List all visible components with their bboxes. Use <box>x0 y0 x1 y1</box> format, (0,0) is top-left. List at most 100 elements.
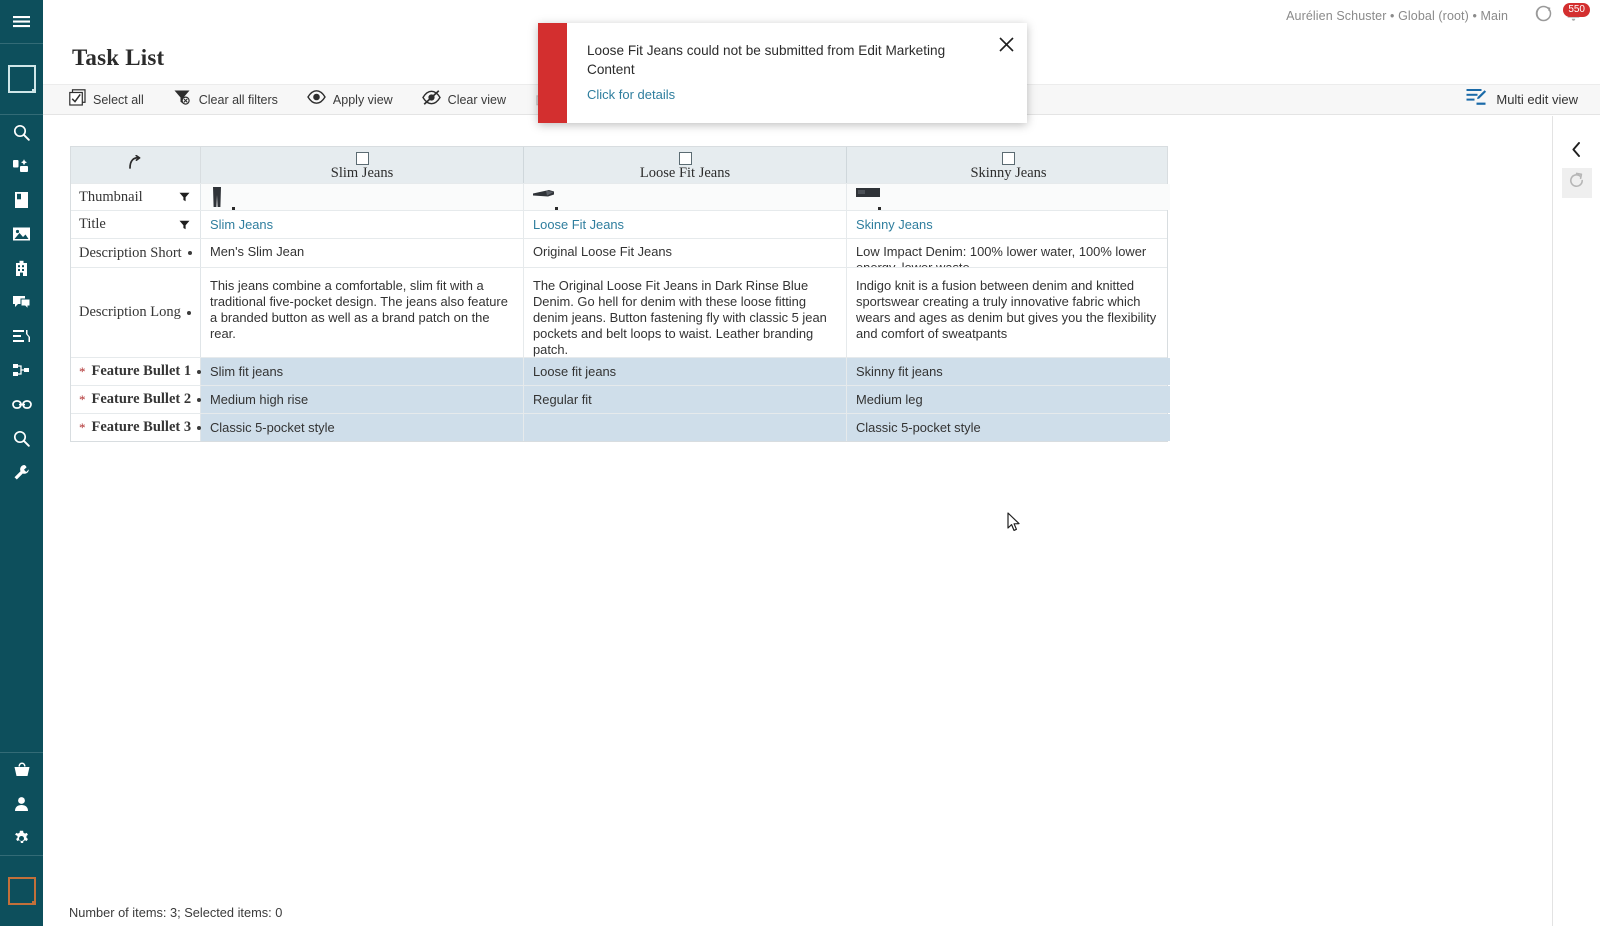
table-row: * Feature Bullet 2 Medium high rise Regu… <box>71 385 1170 413</box>
sidebar-item-basket[interactable] <box>0 753 43 787</box>
cell-link[interactable]: Slim Jeans <box>210 217 273 233</box>
skinny-jeans-thumbnail[interactable] <box>856 187 890 210</box>
grid-cell[interactable] <box>847 184 1170 210</box>
grid-cell[interactable]: This jeans combine a comfortable, slim f… <box>201 268 524 357</box>
column-select-checkbox[interactable] <box>1002 151 1015 165</box>
sidebar-item-settings[interactable] <box>0 821 43 855</box>
table-row: Description Short Men's Slim Jean Origin… <box>71 238 1167 267</box>
grid-cell[interactable]: Low Impact Denim: 100% lower water, 100%… <box>847 239 1170 267</box>
grid-cell[interactable]: Medium leg <box>847 386 1170 413</box>
toast-message: Loose Fit Jeans could not be submitted f… <box>587 43 946 77</box>
sidebar-item-media[interactable] <box>0 217 43 251</box>
row-label-cell: Thumbnail <box>71 184 201 210</box>
toast-details-link[interactable]: Click for details <box>587 87 675 102</box>
grid-cell[interactable]: Classic 5-pocket style <box>847 414 1170 441</box>
grid-cell[interactable] <box>201 184 524 210</box>
grid-cell[interactable]: Skinny fit jeans <box>847 358 1170 385</box>
grid-column-header[interactable]: Slim Jeans <box>201 147 524 183</box>
grid-cell[interactable]: Loose fit jeans <box>524 358 847 385</box>
grid-column-header[interactable]: Skinny Jeans <box>847 147 1170 183</box>
grid-cell[interactable]: Original Loose Fit Jeans <box>524 239 847 267</box>
sidebar-item-workflow[interactable] <box>0 319 43 353</box>
gear-icon <box>13 830 30 847</box>
grid-corner-cell[interactable] <box>71 147 201 183</box>
row-label-cell: * Feature Bullet 2 <box>71 386 202 413</box>
loose-fit-jeans-thumbnail[interactable] <box>533 187 567 210</box>
magnifier-icon <box>13 124 30 141</box>
grid-header-row: Slim Jeans Loose Fit Jeans Skinny Jeans <box>71 147 1167 183</box>
grid-cell[interactable]: Indigo knit is a fusion between denim an… <box>847 268 1170 357</box>
hamburger-menu-icon[interactable] <box>0 0 43 43</box>
row-label: Feature Bullet 3 <box>91 419 192 435</box>
eye-icon <box>307 90 326 109</box>
column-select-checkbox[interactable] <box>678 151 692 165</box>
grid-cell[interactable]: Men's Slim Jean <box>201 239 524 267</box>
table-row: Description Long This jeans combine a co… <box>71 267 1167 357</box>
page-title: Task List <box>72 45 165 70</box>
sidebar-item-organization[interactable] <box>0 251 43 285</box>
row-label-cell: Description Short <box>71 239 201 267</box>
cell-link[interactable]: Skinny Jeans <box>856 217 933 233</box>
filter-icon[interactable] <box>178 192 190 202</box>
sidebar-item-data-objects[interactable] <box>0 149 43 183</box>
sidebar-item-links[interactable] <box>0 387 43 421</box>
cell-link[interactable]: Loose Fit Jeans <box>533 217 624 233</box>
refresh-button[interactable] <box>1561 168 1592 198</box>
grid-cell[interactable]: Skinny Jeans <box>847 211 1170 238</box>
sidebar-item-messages[interactable] <box>0 285 43 319</box>
notifications-button[interactable]: 550 <box>1560 3 1590 29</box>
notification-count-badge: 550 <box>1563 3 1590 17</box>
grid-cell[interactable] <box>524 184 847 210</box>
sitemap-icon <box>12 362 31 378</box>
toolbar-clear-view-button[interactable]: Clear view <box>421 89 507 110</box>
grid-cell[interactable]: Regular fit <box>524 386 847 413</box>
grid-cell[interactable]: Slim fit jeans <box>201 358 524 385</box>
task-grid: Slim Jeans Loose Fit Jeans Skinny Jeans … <box>70 146 1170 442</box>
multi-edit-view-button[interactable]: Multi edit view <box>1466 88 1578 111</box>
close-icon[interactable] <box>995 33 1017 55</box>
application-window: Aurélien Schuster • Global (root) • Main… <box>0 0 1600 926</box>
theme-toggle-button[interactable] <box>1530 3 1556 29</box>
left-sidebar <box>0 0 43 926</box>
row-label-cell: Description Long <box>71 268 201 357</box>
image-icon <box>12 226 31 242</box>
status-dot-icon <box>187 251 192 255</box>
toolbar-apply-view-button[interactable]: Apply view <box>307 90 393 109</box>
filter-icon[interactable] <box>178 220 190 230</box>
grid-cell[interactable] <box>524 414 847 441</box>
toolbar-select-all-button[interactable]: Select all <box>69 88 144 111</box>
required-marker: * <box>79 419 86 435</box>
grid-cell[interactable]: Medium high rise <box>201 386 524 413</box>
toolbar-right-group: Multi edit view <box>1466 88 1600 111</box>
sidebar-item-search[interactable] <box>0 115 43 149</box>
sidebar-item-tools[interactable] <box>0 455 43 489</box>
column-title: Loose Fit Jeans <box>639 164 731 181</box>
row-label: Description Short <box>79 244 182 261</box>
sidebar-item-advanced-search[interactable] <box>0 421 43 455</box>
grid-cell[interactable]: Classic 5-pocket style <box>201 414 524 441</box>
app-logo-icon[interactable] <box>0 44 43 114</box>
workspace-logo-icon[interactable] <box>0 856 43 926</box>
list-settings-icon <box>12 328 31 344</box>
column-select-checkbox[interactable] <box>355 151 369 165</box>
sidebar-item-hierarchy[interactable] <box>0 353 43 387</box>
user-breadcrumb: Aurélien Schuster • Global (root) • Main <box>1286 9 1508 23</box>
grid-cell[interactable]: The Original Loose Fit Jeans in Dark Rin… <box>524 268 847 357</box>
slim-jeans-thumbnail[interactable] <box>210 187 244 210</box>
column-title: Skinny Jeans <box>970 164 1047 181</box>
grid-column-header[interactable]: Loose Fit Jeans <box>524 147 847 183</box>
grid-cell[interactable]: Slim Jeans <box>201 211 524 238</box>
link-icon <box>11 398 32 411</box>
toolbar-clear-all-filters-button[interactable]: Clear all filters <box>173 89 278 111</box>
toolbar-item-label: Clear view <box>447 92 507 107</box>
toolbar-item-label: Apply view <box>332 92 393 107</box>
sidebar-item-documents[interactable] <box>0 183 43 217</box>
sidebar-item-profile[interactable] <box>0 787 43 821</box>
chevron-left-icon[interactable] <box>1566 138 1588 160</box>
grid-cell[interactable]: Loose Fit Jeans <box>524 211 847 238</box>
moon-icon <box>1535 5 1552 27</box>
chat-bubbles-icon <box>12 294 31 311</box>
right-side-panel <box>1552 116 1600 926</box>
required-marker: * <box>79 363 86 379</box>
table-row: Thumbnail <box>71 183 1170 210</box>
